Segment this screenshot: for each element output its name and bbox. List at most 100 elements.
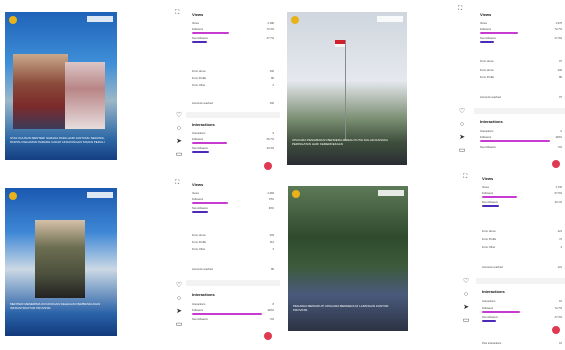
interactions-label: Interactions xyxy=(192,303,206,306)
source-value: 203 xyxy=(269,234,274,237)
reached-value: 97 xyxy=(559,96,562,99)
brand-logo-icon xyxy=(87,192,113,198)
brand-logo-icon xyxy=(378,190,404,196)
followers-label: Followers xyxy=(480,136,492,139)
like-icon[interactable]: ♡ xyxy=(458,108,466,116)
nonfollowers-pct: 27.3% xyxy=(554,37,562,40)
brand-logo-icon xyxy=(87,16,113,22)
reached-label: Accounts reached xyxy=(192,268,213,271)
expand-icon[interactable]: ⛶ xyxy=(463,174,467,181)
views-label: Views xyxy=(482,186,489,189)
nonfollowers-pct: 0% xyxy=(270,318,274,321)
followers-label: Followers xyxy=(192,198,204,201)
nonfollowers-label: Non-followers xyxy=(480,37,496,40)
share-icon[interactable]: ➤ xyxy=(175,138,183,146)
save-icon[interactable]: ▭ xyxy=(175,321,183,329)
interactions-title: Interactions xyxy=(192,122,215,127)
nonfollowers-label: Non-followers xyxy=(192,207,208,210)
nonfollowers-bar xyxy=(192,211,208,213)
save-icon[interactable]: ▭ xyxy=(175,151,183,159)
notification-badge[interactable] xyxy=(264,162,272,170)
followers-pct: 66.7% xyxy=(266,138,274,141)
nonfollowers-label: Non-followers xyxy=(192,318,208,321)
post-caption: MENTERI MENERIMA KUNJUNGAN DELEGASI PEMB… xyxy=(10,302,101,310)
followers-pct: 70% xyxy=(268,198,274,201)
followers-pct: 72.7% xyxy=(554,307,562,310)
nonfollowers-bar xyxy=(192,41,207,43)
nonfollowers-label: Non-followers xyxy=(192,147,208,150)
reached-label: Accounts reached xyxy=(480,96,501,99)
share-icon[interactable]: ➤ xyxy=(458,134,466,142)
insights-panel: Views Views 2,284 Followers 70% Non-follow… xyxy=(186,182,280,344)
nonfollowers-bar xyxy=(482,320,497,322)
reached-value: 121 xyxy=(557,266,562,269)
ministry-logo-icon xyxy=(9,192,17,200)
post-image-4[interactable]: PEGAWAI MENGIKUTI UPACARA BENDERA DI LAP… xyxy=(288,186,408,331)
followers-pct: 72.3% xyxy=(266,28,274,31)
followers-bar xyxy=(192,32,230,34)
source-label: From Profile xyxy=(192,241,207,244)
nonfollowers-label: Non-followers xyxy=(480,146,496,149)
followers-label: Followers xyxy=(480,28,492,31)
save-icon[interactable]: ▭ xyxy=(462,317,470,325)
expand-icon[interactable]: ⛶ xyxy=(458,6,462,13)
source-label: From Home xyxy=(480,69,494,72)
views-total: 2,180 xyxy=(267,22,275,25)
like-icon[interactable]: ♡ xyxy=(462,278,470,286)
post-image-1[interactable]: STAF KHUSUS MENTERI SARANA PADA HARI JAN… xyxy=(5,12,117,160)
followers-pct: 67.9% xyxy=(554,192,562,195)
source-value: 3 xyxy=(560,246,562,249)
nonfollowers-label: Non-followers xyxy=(482,316,498,319)
followers-bar xyxy=(192,142,227,144)
views-total: 1,732 xyxy=(555,186,563,189)
post-image-3[interactable]: MENTERI MENERIMA KUNJUNGAN DELEGASI PEMB… xyxy=(5,188,117,336)
comment-icon[interactable]: ○ xyxy=(175,125,183,133)
views-title: Views xyxy=(192,182,204,187)
comment-icon[interactable]: ○ xyxy=(175,295,183,303)
insights-panel: Views Views 1,732 Followers 67.9% Non-foll… xyxy=(476,176,565,348)
source-label: From Other xyxy=(192,84,206,87)
source-label: From Other xyxy=(482,246,496,249)
notification-badge[interactable] xyxy=(264,332,272,340)
source-label: From Home xyxy=(480,60,494,63)
nonfollowers-pct: 32.1% xyxy=(554,201,562,204)
section-divider xyxy=(474,108,565,114)
post-image-2[interactable]: UPACARA PENGIBARAN BENDERA MERAH PUTIH D… xyxy=(287,12,407,165)
comment-icon[interactable]: ○ xyxy=(462,291,470,299)
expand-icon[interactable]: ⛶ xyxy=(175,180,179,187)
brand-logo-icon xyxy=(377,16,403,22)
nonfollowers-label: Non-followers xyxy=(482,201,498,204)
post-interactions-label: Post Interactions xyxy=(482,342,502,345)
interactions-total: 6 xyxy=(560,130,562,133)
save-icon[interactable]: ▭ xyxy=(458,147,466,155)
followers-pct: 100% xyxy=(267,309,274,312)
followers-label: Followers xyxy=(192,28,204,31)
nonfollowers-label: Non-followers xyxy=(192,37,208,40)
source-value: 2 xyxy=(272,84,274,87)
views-total: 2,284 xyxy=(267,192,275,195)
share-icon[interactable]: ➤ xyxy=(175,308,183,316)
like-icon[interactable]: ♡ xyxy=(175,112,183,120)
nonfollowers-bar xyxy=(480,41,495,43)
source-value: 192 xyxy=(269,70,274,73)
comment-icon[interactable]: ○ xyxy=(458,121,466,129)
post-actions: ♡ ○ ➤ ▭ xyxy=(173,282,185,329)
like-icon[interactable]: ♡ xyxy=(175,282,183,290)
nonfollowers-bar xyxy=(192,151,210,153)
source-label: From Profile xyxy=(482,238,497,241)
share-icon[interactable]: ➤ xyxy=(462,304,470,312)
notification-badge[interactable] xyxy=(552,160,560,168)
followers-label: Followers xyxy=(482,192,494,195)
views-label: Views xyxy=(480,22,487,25)
followers-label: Followers xyxy=(482,307,494,310)
post-actions: ♡ ○ ➤ ▭ xyxy=(456,108,468,155)
interactions-total: 8 xyxy=(272,303,274,306)
section-divider xyxy=(476,278,565,284)
followers-pct: 72.7% xyxy=(554,28,562,31)
notification-badge[interactable] xyxy=(552,326,560,334)
source-label: From Profile xyxy=(192,77,207,80)
interactions-label: Interactions xyxy=(480,130,494,133)
nonfollowers-bar xyxy=(482,205,499,207)
expand-icon[interactable]: ⛶ xyxy=(175,10,179,17)
insights-panel: Views Views 1,976 Followers 72.7% Non-foll… xyxy=(474,12,565,172)
